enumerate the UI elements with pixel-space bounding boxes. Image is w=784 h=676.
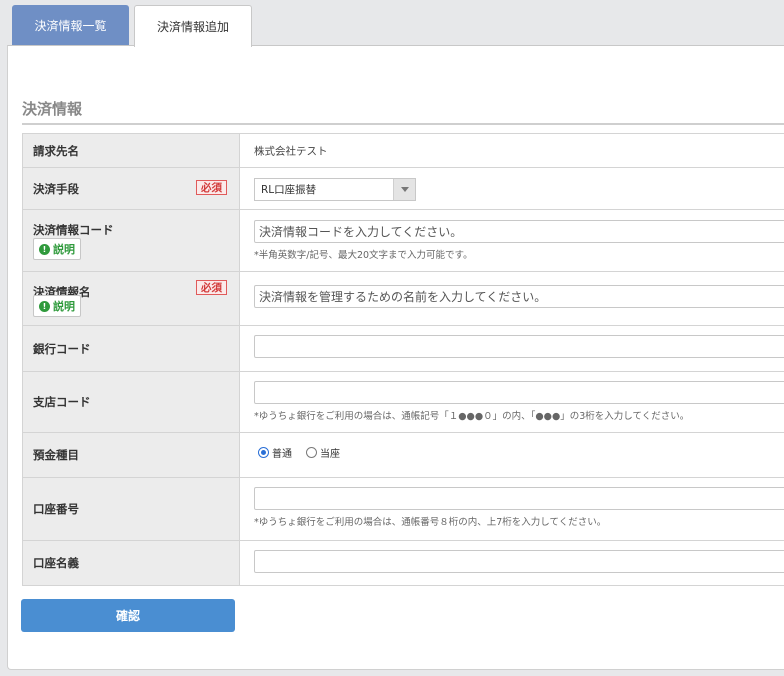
confirm-button[interactable]: 確認 (21, 599, 235, 632)
account-type-option-futsu[interactable]: 普通 (258, 445, 292, 460)
row-account-type: 預金種目 普通 当座 (22, 433, 784, 478)
payment-name-input[interactable]: 決済情報を管理するための名前を入力してください。 (254, 285, 784, 308)
value-cell: *ゆうちょ銀行をご利用の場合は、通帳番号８桁の内、上7桁を入力してください。 (240, 478, 784, 540)
radio-checked-icon[interactable] (258, 447, 269, 458)
value-cell: RL口座振替 (240, 168, 784, 209)
row-bank-code: 銀行コード (22, 326, 784, 372)
label-cell: 口座番号 (23, 478, 240, 540)
required-badge: 必須 (196, 180, 227, 195)
tab-payment-list[interactable]: 決済情報一覧 (12, 5, 129, 45)
payment-code-placeholder: 決済情報コードを入力してください。 (259, 225, 463, 239)
billing-name-label: 請求先名 (33, 143, 79, 158)
account-type-option-toza[interactable]: 当座 (306, 445, 340, 460)
account-type-radio-group: 普通 当座 (258, 445, 340, 460)
row-billing-name: 請求先名 株式会社テスト (22, 134, 784, 168)
billing-name-value: 株式会社テスト (254, 145, 328, 157)
radio-unchecked-icon[interactable] (306, 447, 317, 458)
chevron-down-icon[interactable] (393, 179, 415, 200)
confirm-button-label: 確認 (115, 609, 140, 623)
account-type-label: 預金種目 (33, 448, 79, 462)
row-branch-code: 支店コード *ゆうちょ銀行をご利用の場合は、通帳記号「１●●●０」の内、「●●●… (22, 372, 784, 433)
payment-code-input[interactable]: 決済情報コードを入力してください。 (254, 220, 784, 243)
value-cell: 決済情報コードを入力してください。 *半角英数字/記号、最大20文字まで入力可能… (240, 210, 784, 271)
payment-method-label: 決済手段 (33, 181, 79, 196)
label-cell: 預金種目 (23, 433, 240, 477)
label-cell: 口座名義 (23, 541, 240, 585)
payment-name-help-button[interactable]: ! 説明 (33, 295, 81, 317)
row-payment-method: 決済手段 必須 RL口座振替 (22, 168, 784, 210)
row-account-holder: 口座名義 (22, 541, 784, 586)
label-cell: 支店コード (23, 372, 240, 432)
payment-code-note: *半角英数字/記号、最大20文字まで入力可能です。 (254, 250, 473, 261)
bank-code-input[interactable] (254, 335, 784, 358)
info-icon: ! (39, 243, 50, 255)
tab-payment-add[interactable]: 決済情報追加 (134, 5, 252, 47)
tab-payment-list-label: 決済情報一覧 (34, 18, 107, 33)
tab-payment-add-label: 決済情報追加 (156, 20, 229, 34)
row-payment-code: 決済情報コード ! 説明 決済情報コードを入力してください。 *半角英数字/記号… (22, 210, 784, 272)
value-cell: *ゆうちょ銀行をご利用の場合は、通帳記号「１●●●０」の内、「●●●」の3桁を入… (240, 372, 784, 432)
row-payment-name: 決済情報名 必須 ! 説明 決済情報を管理するための名前を入力してください。 (22, 272, 784, 326)
account-number-note: *ゆうちょ銀行をご利用の場合は、通帳番号８桁の内、上7桁を入力してください。 (254, 517, 607, 528)
branch-code-note: *ゆうちょ銀行をご利用の場合は、通帳記号「１●●●０」の内、「●●●」の3桁を入… (254, 411, 690, 422)
branch-code-input[interactable] (254, 381, 784, 404)
payment-method-select[interactable]: RL口座振替 (254, 178, 416, 201)
label-cell: 決済手段 必須 (23, 168, 240, 209)
value-cell: 株式会社テスト (240, 134, 784, 167)
branch-code-label: 支店コード (33, 395, 91, 409)
payment-code-label: 決済情報コード (33, 223, 114, 237)
required-badge: 必須 (196, 280, 227, 295)
account-number-input[interactable] (254, 487, 784, 510)
label-cell: 決済情報名 必須 ! 説明 (23, 272, 240, 325)
account-holder-label: 口座名義 (33, 556, 79, 570)
account-number-label: 口座番号 (33, 502, 79, 516)
section-title: 決済情報 (22, 100, 83, 118)
payment-form: 請求先名 株式会社テスト 決済手段 必須 RL口座振替 決済情報コード ! 説明… (22, 133, 784, 586)
help-button-label: 説明 (53, 243, 75, 256)
value-cell (240, 326, 784, 371)
label-cell: 請求先名 (23, 134, 240, 167)
radio-option-label: 普通 (272, 449, 292, 460)
value-cell: 普通 当座 (240, 433, 784, 477)
label-cell: 決済情報コード ! 説明 (23, 210, 240, 271)
payment-code-help-button[interactable]: ! 説明 (33, 238, 81, 260)
payment-method-selected-value: RL口座振替 (261, 184, 317, 196)
label-cell: 銀行コード (23, 326, 240, 371)
radio-option-label: 当座 (320, 449, 340, 460)
help-button-label: 説明 (53, 300, 75, 313)
row-account-number: 口座番号 *ゆうちょ銀行をご利用の場合は、通帳番号８桁の内、上7桁を入力してくだ… (22, 478, 784, 541)
content-panel: 決済情報 請求先名 株式会社テスト 決済手段 必須 RL口座振替 決済情報コード… (7, 45, 784, 670)
value-cell: 決済情報を管理するための名前を入力してください。 (240, 272, 784, 325)
section-divider (22, 123, 784, 125)
account-holder-input[interactable] (254, 550, 784, 573)
value-cell (240, 541, 784, 585)
info-icon: ! (39, 300, 50, 312)
bank-code-label: 銀行コード (33, 341, 91, 356)
payment-name-placeholder: 決済情報を管理するための名前を入力してください。 (259, 290, 547, 304)
